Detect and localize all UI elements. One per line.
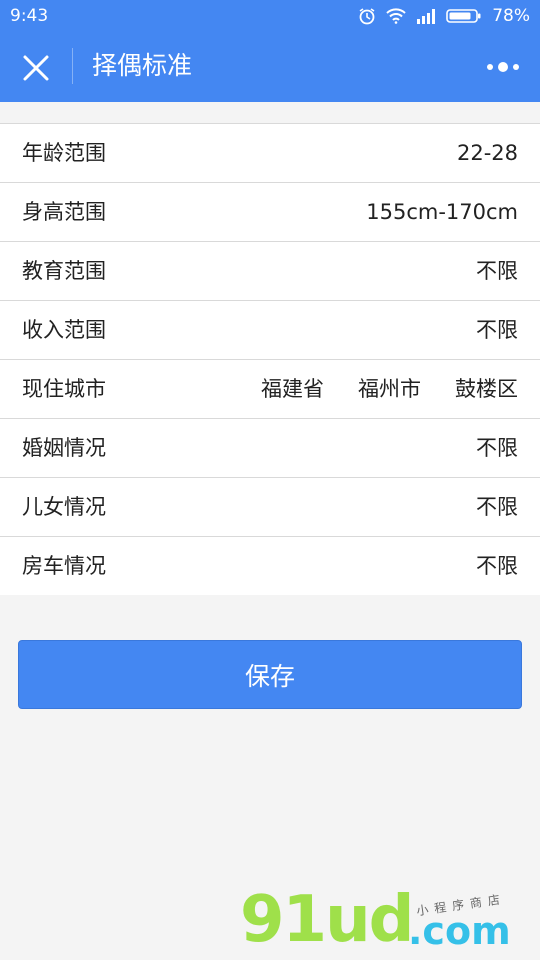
city-value[interactable]: 福州市 [358,375,421,403]
wifi-icon [386,8,406,24]
district-value[interactable]: 鼓楼区 [455,375,518,403]
watermark-domain: .com [408,909,511,953]
row-value: 不限 [476,554,518,578]
navigation-bar: 择偶标准 [0,32,540,102]
row-value: 155cm-170cm [366,200,518,224]
row-marital-status[interactable]: 婚姻情况 不限 [0,419,540,478]
row-value: 不限 [476,436,518,460]
row-value: 不限 [476,495,518,519]
more-icon[interactable] [486,57,520,77]
nav-divider [72,48,73,84]
row-label: 现住城市 [22,377,106,401]
row-label: 身高范围 [22,200,106,224]
watermark-main: 91ud [240,883,414,957]
row-label: 收入范围 [22,318,106,342]
row-label: 婚姻情况 [22,436,106,460]
row-label: 房车情况 [22,554,106,578]
city-picker[interactable]: 福建省 福州市 鼓楼区 [261,375,518,403]
status-time: 9:43 [10,6,49,26]
signal-icon [417,9,436,24]
status-bar: 9:43 78% [0,0,540,32]
page-title: 择偶标准 [92,51,193,80]
row-age-range[interactable]: 年龄范围 22-28 [0,124,540,183]
close-icon[interactable] [20,52,52,84]
row-label: 年龄范围 [22,141,106,165]
battery-percent: 78% [492,6,530,26]
row-education-range[interactable]: 教育范围 不限 [0,242,540,301]
province-value[interactable]: 福建省 [261,375,324,403]
battery-icon [446,9,481,23]
row-income-range[interactable]: 收入范围 不限 [0,301,540,360]
row-label: 教育范围 [22,259,106,283]
row-value: 22-28 [456,141,518,165]
save-button[interactable]: 保存 [18,640,522,709]
row-current-city[interactable]: 现住城市 福建省 福州市 鼓楼区 [0,360,540,419]
status-icons: 78% [358,6,530,26]
row-height-range[interactable]: 身高范围 155cm-170cm [0,183,540,242]
row-children-status[interactable]: 儿女情况 不限 [0,478,540,537]
row-label: 儿女情况 [22,495,106,519]
criteria-list: 年龄范围 22-28 身高范围 155cm-170cm 教育范围 不限 收入范围… [0,123,540,595]
row-house-car-status[interactable]: 房车情况 不限 [0,537,540,595]
watermark-logo: 91ud 小程序商店 .com [240,880,540,960]
row-value: 不限 [476,259,518,283]
alarm-icon [359,8,375,25]
row-value: 不限 [476,318,518,342]
